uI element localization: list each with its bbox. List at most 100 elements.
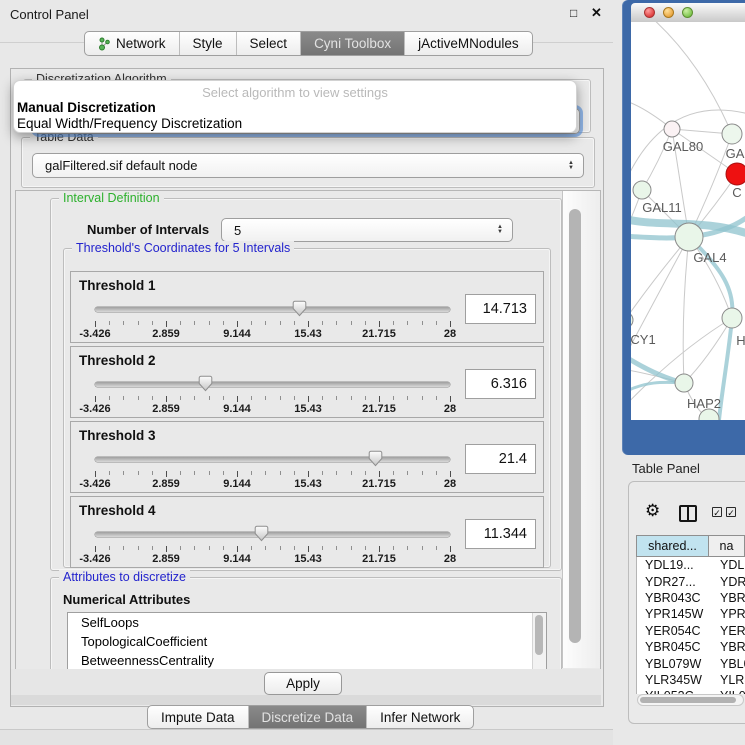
bottom-tab-bar: Impute DataDiscretize DataInfer Network [147, 705, 474, 729]
tick-label: 2.859 [152, 478, 180, 490]
minimize-traffic-light-icon[interactable] [663, 7, 674, 18]
tick-mark [209, 546, 210, 550]
table-panel-title: Table Panel [632, 461, 700, 476]
threshold-slider[interactable]: -3.4262.8599.14415.4321.71528 [95, 448, 450, 490]
tick-label: 28 [444, 553, 456, 565]
float-window-icon[interactable]: □ [570, 6, 577, 20]
tick-mark [138, 471, 139, 475]
threshold-slider[interactable]: -3.4262.8599.14415.4321.71528 [95, 298, 450, 340]
tick-mark [265, 471, 266, 475]
list-item[interactable]: BetweennessCentrality [68, 651, 546, 670]
gear-icon[interactable]: ⚙ [645, 501, 660, 521]
table-row[interactable]: YPR145WYPR1 [637, 606, 745, 622]
table-row[interactable]: YLR345WYLR3 [637, 672, 745, 688]
threshold-label: Threshold 2 [79, 353, 156, 368]
table-row[interactable]: YBR043CYBR0 [637, 590, 745, 606]
tick-mark [152, 321, 153, 325]
tick-mark [436, 321, 437, 325]
checkbox-icon[interactable]: ✓ [726, 507, 736, 517]
network-node[interactable] [631, 312, 633, 328]
threshold-label: Threshold 3 [79, 428, 156, 443]
tab-cyni-toolbox[interactable]: Cyni Toolbox [300, 32, 404, 55]
network-window-titlebar[interactable] [631, 3, 745, 23]
slider-thumb[interactable] [368, 450, 383, 467]
tick-mark [265, 396, 266, 400]
network-edge[interactable] [631, 237, 689, 320]
tab-jactivemnodules[interactable]: jActiveMNodules [404, 32, 532, 55]
tick-mark [322, 321, 323, 325]
tick-mark [450, 321, 451, 327]
table-cell: YBR0 [710, 591, 745, 605]
list-scrollbar[interactable] [532, 613, 546, 671]
close-traffic-light-icon[interactable] [644, 7, 655, 18]
apply-button[interactable]: Apply [264, 672, 342, 695]
list-item[interactable]: SelfLoops [68, 613, 546, 632]
horizontal-scrollbar[interactable] [637, 694, 744, 706]
tick-mark [166, 321, 167, 327]
tick-mark [123, 321, 124, 325]
network-node[interactable] [726, 163, 745, 185]
table-row[interactable]: YER054CYER0 [637, 623, 745, 639]
scrollbar-thumb[interactable] [535, 615, 543, 655]
threshold-value-field[interactable]: 11.344 [465, 519, 536, 549]
threshold-slider[interactable]: -3.4262.8599.14415.4321.71528 [95, 373, 450, 415]
tab-style[interactable]: Style [179, 32, 236, 55]
table-row[interactable]: YBL079WYBL0 [637, 655, 745, 671]
node-label: GAL80 [663, 139, 703, 154]
network-node[interactable] [675, 223, 703, 251]
tab-infer-network[interactable]: Infer Network [366, 706, 473, 728]
tick-mark [109, 471, 110, 475]
slider-thumb[interactable] [292, 300, 307, 317]
tab-network[interactable]: Network [85, 32, 179, 55]
panel-scrollbar[interactable] [562, 191, 600, 668]
scrollbar-thumb[interactable] [640, 697, 736, 703]
table-row[interactable]: YDL19...YDL1 [637, 557, 745, 573]
tick-mark [265, 321, 266, 325]
zoom-traffic-light-icon[interactable] [682, 7, 693, 18]
table-row[interactable]: YBR045CYBR0 [637, 639, 745, 655]
network-node[interactable] [675, 374, 693, 392]
tick-mark [322, 471, 323, 475]
threshold-value-field[interactable]: 21.4 [465, 444, 536, 474]
panel-title: Control Panel [10, 7, 89, 22]
network-node[interactable] [633, 181, 651, 199]
scrollbar-thumb[interactable] [569, 209, 581, 643]
attributes-listbox[interactable]: SelfLoopsTopologicalCoefficientBetweenne… [67, 612, 547, 671]
list-item[interactable]: TopologicalCoefficient [68, 632, 546, 651]
tick-mark [180, 396, 181, 400]
close-icon[interactable]: ✕ [591, 5, 602, 21]
table-cell: YER054C [637, 624, 710, 638]
network-canvas[interactable]: GAL80GACGAL11GAL4HGCY1HAP2 [631, 22, 745, 420]
network-node[interactable] [664, 121, 680, 137]
tick-mark [280, 396, 281, 400]
tick-mark [308, 321, 309, 327]
tab-impute-data[interactable]: Impute Data [148, 706, 248, 728]
checkbox-icon[interactable]: ✓ [712, 507, 722, 517]
tick-mark [280, 546, 281, 550]
table-row[interactable]: YDR27...YDR2 [637, 573, 745, 589]
slider-thumb[interactable] [198, 375, 213, 392]
threshold-slider[interactable]: -3.4262.8599.14415.4321.71528 [95, 523, 450, 565]
tick-mark [152, 546, 153, 550]
network-node[interactable] [722, 124, 742, 144]
dropdown-option[interactable]: Equal Width/Frequency Discretization [14, 116, 576, 132]
network-edge[interactable] [651, 22, 732, 134]
table-body: YDL19...YDL1YDR27...YDR2YBR043CYBR0YPR14… [636, 557, 745, 694]
number-of-intervals-combobox[interactable]: 5 ▲▼ [221, 218, 513, 242]
columns-icon[interactable] [679, 505, 697, 522]
network-node[interactable] [722, 308, 742, 328]
tab-select[interactable]: Select [236, 32, 301, 55]
tick-mark [308, 396, 309, 402]
tab-discretize-data[interactable]: Discretize Data [248, 706, 367, 728]
threshold-value-field[interactable]: 6.316 [465, 369, 536, 399]
table-data-combobox[interactable]: galFiltered.sif default node ▲▼ [32, 153, 584, 178]
column-header[interactable]: na [709, 535, 745, 557]
column-header[interactable]: shared... [636, 535, 709, 557]
network-edge[interactable] [683, 237, 689, 383]
slider-thumb[interactable] [254, 525, 269, 542]
threshold-value-field[interactable]: 14.713 [465, 294, 536, 324]
dropdown-option[interactable]: Manual Discretization [14, 100, 576, 116]
algorithm-dropdown-popup: Select algorithm to view settings Manual… [13, 80, 577, 133]
tick-mark [109, 396, 110, 400]
tick-mark [294, 396, 295, 400]
